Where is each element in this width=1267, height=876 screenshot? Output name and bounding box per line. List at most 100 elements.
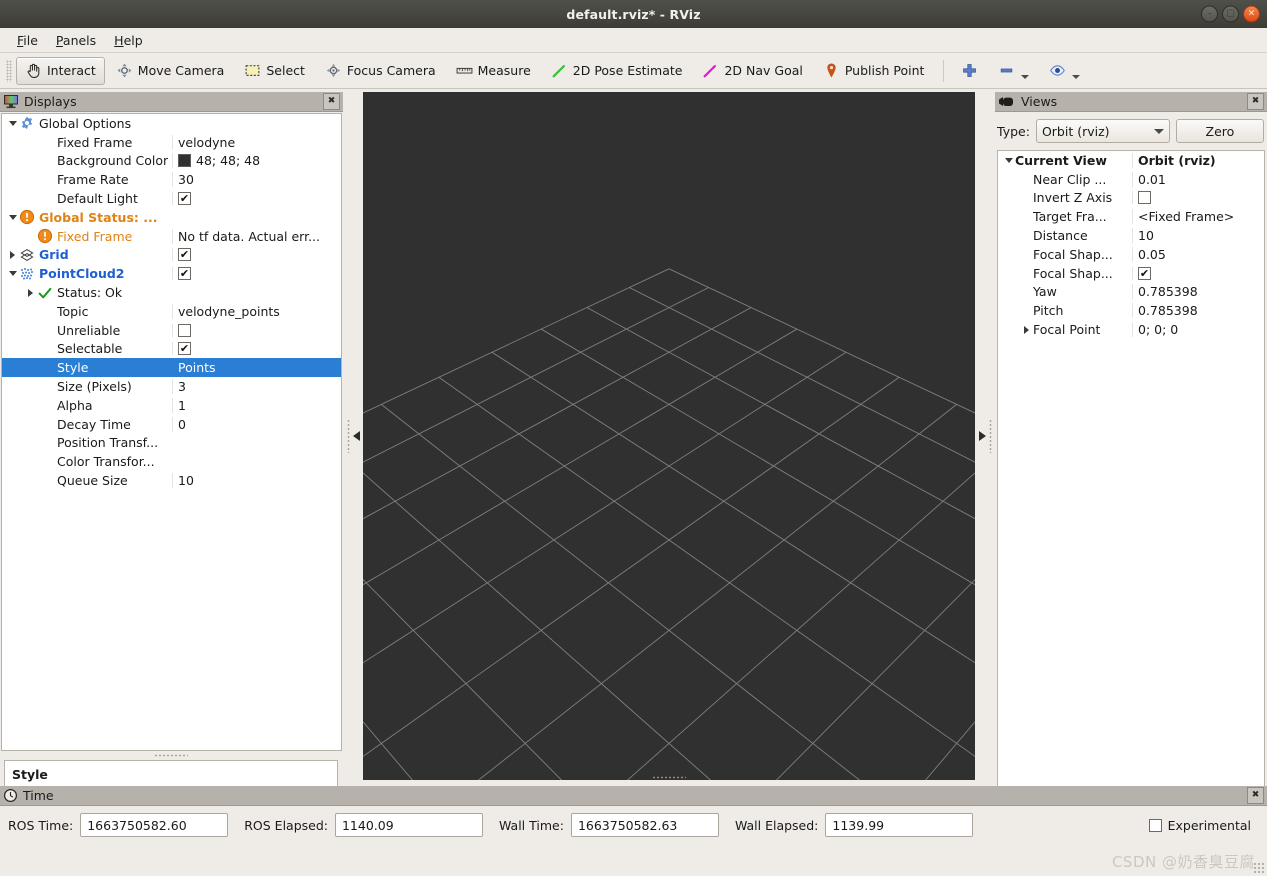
displays-row[interactable]: Background Color 48; 48; 48 <box>2 152 341 171</box>
displays-row-value-cell[interactable]: 1 <box>172 397 341 413</box>
maximize-button[interactable]: □ <box>1222 5 1239 23</box>
views-type-combo[interactable]: Orbit (rviz) <box>1035 119 1170 143</box>
views-row-value-cell[interactable] <box>1132 191 1264 205</box>
chevron-down-icon[interactable] <box>1002 151 1015 169</box>
views-row[interactable]: Distance 10 <box>998 226 1264 245</box>
tool-publish-point[interactable]: Publish Point <box>814 57 934 85</box>
displays-row-value-cell[interactable]: ✔ <box>172 267 341 281</box>
views-row-value-cell[interactable]: 0; 0; 0 <box>1132 322 1264 338</box>
experimental-checkbox-wrap[interactable]: Experimental <box>1148 818 1251 833</box>
wall-time-input[interactable]: 1663750582.63 <box>570 813 719 837</box>
chevron-right-icon[interactable] <box>1020 321 1033 339</box>
displays-row-value-cell[interactable]: velodyne_points <box>172 303 341 319</box>
views-zero-button[interactable]: Zero <box>1175 119 1264 143</box>
minimize-button[interactable]: – <box>1201 5 1218 23</box>
menu-panels[interactable]: Panels <box>47 30 105 51</box>
displays-row-value-cell[interactable]: 3 <box>172 379 341 395</box>
displays-row[interactable]: Default Light ✔ <box>2 189 341 208</box>
displays-row[interactable]: Fixed Frame No tf data. Actual err... <box>2 227 341 246</box>
views-row-value-cell[interactable]: Orbit (rviz) <box>1132 152 1264 168</box>
displays-row[interactable]: Alpha 1 <box>2 396 341 415</box>
displays-row[interactable]: Unreliable <box>2 321 341 340</box>
views-row-checkbox[interactable] <box>1138 191 1151 205</box>
remove-tool-button[interactable] <box>989 57 1038 85</box>
views-row-value-cell[interactable]: 0.785398 <box>1132 284 1264 300</box>
color-swatch[interactable] <box>178 154 191 168</box>
tool-2d-nav-goal[interactable]: 2D Nav Goal <box>693 57 811 85</box>
displays-row[interactable]: Grid ✔ <box>2 246 341 265</box>
displays-row-checkbox[interactable]: ✔ <box>178 342 191 356</box>
views-row-value-cell[interactable]: 10 <box>1132 228 1264 244</box>
displays-row-checkbox[interactable] <box>178 323 191 337</box>
views-row[interactable]: Focal Point 0; 0; 0 <box>998 320 1264 339</box>
chevron-down-icon[interactable] <box>6 208 19 226</box>
visibility-dropdown-arrow[interactable] <box>1072 74 1081 79</box>
left-splitter[interactable] <box>343 92 363 780</box>
displays-row-value-cell[interactable] <box>172 323 341 337</box>
toolbar-drag-handle[interactable] <box>6 59 12 82</box>
tool-focus-camera[interactable]: Focus Camera <box>316 57 445 85</box>
displays-row-value-cell[interactable]: 30 <box>172 172 341 188</box>
displays-row-value-cell[interactable]: velodyne <box>172 134 341 150</box>
displays-row[interactable]: Fixed Frame velodyne <box>2 133 341 152</box>
ros-time-input[interactable]: 1663750582.60 <box>80 813 229 837</box>
views-row-value-cell[interactable]: 0.785398 <box>1132 303 1264 319</box>
viewport-bottom-grip[interactable] <box>652 776 686 779</box>
views-row-value-cell[interactable]: 0.05 <box>1132 246 1264 262</box>
window-resize-grip[interactable] <box>1253 862 1265 874</box>
displays-row[interactable]: Position Transf... <box>2 434 341 453</box>
displays-row-value-cell[interactable]: 10 <box>172 473 341 489</box>
menu-help[interactable]: Help <box>105 30 152 51</box>
tool-2d-pose-estimate[interactable]: 2D Pose Estimate <box>542 57 692 85</box>
remove-tool-dropdown-arrow[interactable] <box>1021 74 1030 79</box>
visibility-button[interactable] <box>1040 57 1089 85</box>
displays-row-value-cell[interactable]: No tf data. Actual err... <box>172 228 341 244</box>
tool-measure[interactable]: Measure <box>447 57 540 85</box>
experimental-checkbox[interactable] <box>1148 818 1162 832</box>
tool-move-camera[interactable]: Move Camera <box>107 57 234 85</box>
displays-row[interactable]: Topic velodyne_points <box>2 302 341 321</box>
views-row[interactable]: Pitch 0.785398 <box>998 301 1264 320</box>
views-tree[interactable]: Current View Orbit (rviz) Near Clip ... 0.0… <box>997 150 1265 837</box>
close-button[interactable]: × <box>1243 5 1260 23</box>
views-row[interactable]: Near Clip ... 0.01 <box>998 170 1264 189</box>
add-tool-button[interactable] <box>952 57 987 85</box>
displays-row-checkbox[interactable]: ✔ <box>178 192 191 206</box>
displays-row-value-cell[interactable]: 0 <box>172 416 341 432</box>
views-row-value-cell[interactable]: ✔ <box>1132 266 1264 280</box>
views-row[interactable]: Invert Z Axis <box>998 189 1264 208</box>
displays-row[interactable]: Global Status: ... <box>2 208 341 227</box>
displays-row[interactable]: PointCloud2 ✔ <box>2 264 341 283</box>
displays-row[interactable]: Size (Pixels) 3 <box>2 377 341 396</box>
views-row-value-cell[interactable]: <Fixed Frame> <box>1132 209 1264 225</box>
chevron-down-icon[interactable] <box>6 265 19 283</box>
views-row[interactable]: Current View Orbit (rviz) <box>998 151 1264 170</box>
chevron-down-icon[interactable] <box>6 114 19 132</box>
displays-row-value-cell[interactable]: Points <box>172 360 341 376</box>
displays-close-button[interactable]: ✖ <box>323 93 340 110</box>
tool-select[interactable]: Select <box>235 57 314 85</box>
ros-elapsed-input[interactable]: 1140.09 <box>334 813 483 837</box>
displays-row[interactable]: Queue Size 10 <box>2 471 341 490</box>
displays-row[interactable]: Status: Ok <box>2 283 341 302</box>
collapse-right-arrow-icon[interactable] <box>978 431 986 441</box>
displays-row-value-cell[interactable]: ✔ <box>172 192 341 206</box>
displays-splitter[interactable] <box>4 753 338 758</box>
views-row-checkbox[interactable]: ✔ <box>1138 266 1151 280</box>
displays-row-value-cell[interactable]: ✔ <box>172 248 341 262</box>
displays-tree[interactable]: Global Options Fixed Frame velodyne Backgro… <box>1 113 342 751</box>
render-viewport-3d[interactable] <box>363 92 975 780</box>
views-row[interactable]: Focal Shap... 0.05 <box>998 245 1264 264</box>
collapse-left-arrow-icon[interactable] <box>352 431 360 441</box>
views-row[interactable]: Yaw 0.785398 <box>998 283 1264 302</box>
displays-row-value-cell[interactable]: 48; 48; 48 <box>172 153 341 169</box>
wall-elapsed-input[interactable]: 1139.99 <box>825 813 974 837</box>
displays-row-checkbox[interactable]: ✔ <box>178 248 191 262</box>
views-close-button[interactable]: ✖ <box>1247 93 1264 110</box>
displays-row[interactable]: Color Transfor... <box>2 452 341 471</box>
menu-file[interactable]: File <box>8 30 47 51</box>
tool-interact[interactable]: Interact <box>16 56 105 85</box>
displays-row[interactable]: Selectable ✔ <box>2 340 341 359</box>
displays-row-checkbox[interactable]: ✔ <box>178 267 191 281</box>
views-row[interactable]: Target Fra... <Fixed Frame> <box>998 207 1264 226</box>
